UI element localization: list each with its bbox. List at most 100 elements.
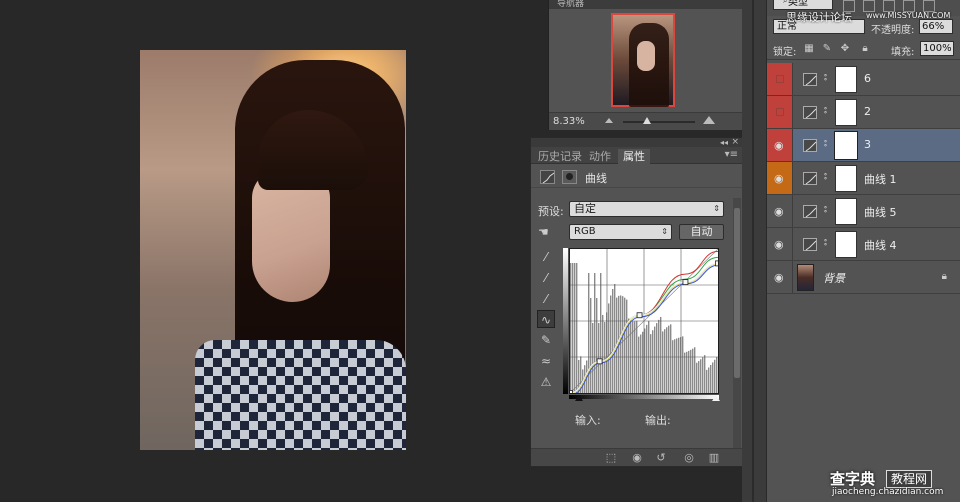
- background-layer-row[interactable]: ◉ 背景 🔒︎: [767, 261, 960, 294]
- auto-button[interactable]: 自动: [679, 224, 724, 240]
- lock-all-icon[interactable]: 🔒︎: [859, 43, 871, 55]
- layer-row[interactable]: ◉ ⦂ 3: [767, 129, 960, 162]
- delete-icon[interactable]: ▥: [706, 451, 722, 465]
- link-icon[interactable]: ⦂: [824, 171, 827, 182]
- layer-name[interactable]: 曲线 4: [864, 237, 897, 253]
- black-point-eyedropper-icon[interactable]: ⁄: [537, 248, 555, 266]
- eye-icon[interactable]: ◉: [774, 172, 784, 185]
- layer-row[interactable]: ⦂ 2: [767, 96, 960, 129]
- layer-row[interactable]: ◉ ⦂ 曲线 4: [767, 228, 960, 261]
- lock-position-icon[interactable]: ✥: [839, 43, 851, 55]
- visibility-off-icon[interactable]: [776, 108, 784, 116]
- zoom-slider[interactable]: [623, 117, 695, 124]
- visibility-cell[interactable]: ◉: [767, 129, 793, 161]
- layer-mask-icon[interactable]: [562, 170, 577, 184]
- zoom-in-icon[interactable]: [703, 116, 715, 124]
- layer-name[interactable]: 6: [864, 72, 871, 85]
- layer-name[interactable]: 背景: [823, 270, 845, 286]
- lock-transparent-icon[interactable]: ▦: [803, 43, 815, 55]
- layer-name[interactable]: 曲线 1: [864, 171, 897, 187]
- control-point-4[interactable]: [715, 260, 719, 267]
- visibility-eye-icon[interactable]: ◎: [681, 451, 697, 465]
- mask-thumbnail[interactable]: [834, 131, 858, 160]
- curve-point-tool-icon[interactable]: ∿: [537, 310, 555, 329]
- histogram-bar: [638, 336, 640, 393]
- mask-thumbnail[interactable]: [835, 198, 857, 225]
- gray-point-eyedropper-icon[interactable]: ⁄: [537, 269, 555, 287]
- layer-name[interactable]: 3: [864, 138, 871, 151]
- histogram-bar: [598, 323, 600, 393]
- navigator-tab[interactable]: 导航器: [557, 0, 584, 9]
- mask-thumbnail[interactable]: [835, 99, 857, 126]
- white-point-slider[interactable]: [712, 395, 720, 401]
- histogram-bar: [572, 263, 574, 393]
- visibility-cell[interactable]: ◉: [767, 261, 793, 293]
- histogram-bar: [602, 315, 604, 393]
- visibility-cell[interactable]: [767, 96, 793, 128]
- link-icon[interactable]: ⦂: [824, 72, 827, 83]
- curves-adjustment-icon[interactable]: [540, 170, 555, 184]
- white-point-eyedropper-icon[interactable]: ⁄: [537, 290, 555, 308]
- smooth-curve-icon[interactable]: ≈: [537, 352, 555, 370]
- link-icon[interactable]: ⦂: [824, 138, 827, 149]
- link-icon[interactable]: ⦂: [824, 204, 827, 215]
- link-icon[interactable]: ⦂: [824, 237, 827, 248]
- navigator-panel: 导航器 8.33%: [548, 0, 743, 130]
- clipping-warning-icon[interactable]: ⚠: [537, 373, 555, 391]
- opacity-input[interactable]: 66%: [919, 19, 953, 34]
- lock-image-icon[interactable]: ✎: [821, 43, 833, 55]
- lock-icon: 🔒︎: [941, 271, 947, 282]
- control-point-1[interactable]: [596, 358, 603, 365]
- mask-thumbnail[interactable]: [835, 66, 857, 93]
- navigator-preview[interactable]: [611, 13, 675, 107]
- mask-thumbnail[interactable]: [835, 231, 857, 258]
- layer-name[interactable]: 曲线 5: [864, 204, 897, 220]
- clip-to-layer-icon[interactable]: ⬚: [603, 451, 619, 465]
- eye-icon[interactable]: ◉: [774, 271, 784, 284]
- collapse-icon[interactable]: ◂◂: [720, 138, 728, 147]
- zoom-slider-thumb[interactable]: [643, 117, 651, 124]
- view-previous-icon[interactable]: ◉: [629, 451, 645, 465]
- layer-row[interactable]: ◉ ⦂ 曲线 5: [767, 195, 960, 228]
- channel-select[interactable]: RGB ⇕: [569, 224, 672, 240]
- navigator-tabbar: 导航器: [549, 0, 742, 9]
- layer-row[interactable]: ◉ ⦂ 曲线 1: [767, 162, 960, 195]
- mask-thumbnail[interactable]: [835, 165, 857, 192]
- on-image-adjust-icon[interactable]: ☚: [538, 225, 554, 239]
- close-icon[interactable]: ×: [731, 137, 739, 147]
- curves-graph[interactable]: [569, 248, 719, 394]
- histogram-bar: [640, 334, 642, 393]
- fill-input[interactable]: 100%: [920, 41, 954, 56]
- tab-history[interactable]: 历史记录: [533, 149, 587, 164]
- eye-icon[interactable]: ◉: [774, 205, 784, 218]
- visibility-cell[interactable]: ◉: [767, 195, 793, 227]
- panel-menu-icon[interactable]: ▾≡: [725, 149, 738, 160]
- black-point-slider[interactable]: [575, 395, 583, 401]
- tab-actions[interactable]: 动作: [584, 149, 616, 164]
- eye-icon[interactable]: ◉: [774, 139, 784, 152]
- visibility-cell[interactable]: [767, 63, 793, 95]
- zoom-out-icon[interactable]: [605, 118, 613, 123]
- visibility-cell[interactable]: ◉: [767, 162, 793, 194]
- eye-icon[interactable]: ◉: [774, 238, 784, 251]
- watermark-brand: 查字典: [830, 470, 876, 488]
- control-point-0[interactable]: [570, 390, 573, 394]
- control-point-3[interactable]: [682, 279, 689, 286]
- link-icon[interactable]: ⦂: [824, 105, 827, 116]
- reset-icon[interactable]: ↺: [653, 451, 669, 465]
- properties-scrollbar[interactable]: [733, 198, 741, 448]
- tab-properties[interactable]: 属性: [618, 149, 650, 164]
- zoom-value[interactable]: 8.33%: [553, 116, 585, 127]
- control-point-2[interactable]: [636, 312, 643, 319]
- scrollbar-thumb[interactable]: [734, 208, 740, 378]
- curves-adjustment-icon: [803, 205, 817, 218]
- visibility-off-icon[interactable]: [776, 75, 784, 83]
- document-canvas[interactable]: [0, 0, 548, 502]
- visibility-cell[interactable]: ◉: [767, 228, 793, 260]
- output-gradient: [563, 248, 568, 394]
- background-thumbnail[interactable]: [797, 264, 814, 291]
- layer-row[interactable]: ⦂ 6: [767, 63, 960, 96]
- layer-name[interactable]: 2: [864, 105, 871, 118]
- pencil-draw-icon[interactable]: ✎: [537, 331, 555, 349]
- preset-select[interactable]: 自定 ⇕: [569, 201, 724, 217]
